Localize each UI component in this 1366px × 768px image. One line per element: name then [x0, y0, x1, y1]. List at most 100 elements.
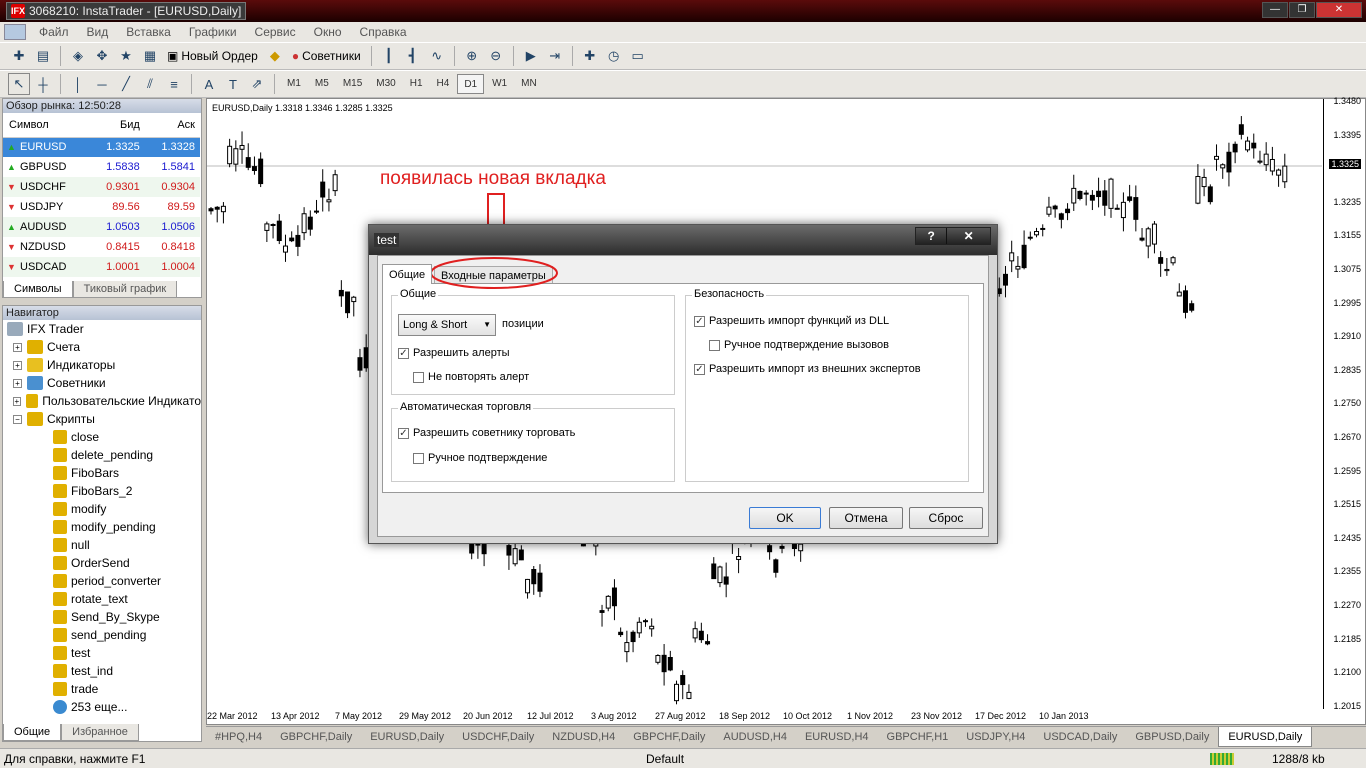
metaeditor-icon[interactable]: ◆	[264, 45, 286, 67]
menu-help[interactable]: Справка	[351, 25, 416, 39]
table-row[interactable]: ▼ USDCAD 1.0001 1.0004	[3, 257, 200, 277]
table-row[interactable]: ▲ EURUSD 1.3325 1.3328	[3, 137, 200, 157]
horizontal-line-icon[interactable]: ─	[91, 73, 113, 95]
nav-group-scripts[interactable]: − Скрипты	[3, 410, 201, 428]
candle-chart-icon[interactable]: ┫	[402, 45, 424, 67]
dialog-close-icon[interactable]: ✕	[947, 228, 990, 244]
tab-general[interactable]: Общие	[382, 264, 433, 284]
text-icon[interactable]: A	[198, 73, 220, 95]
script-item[interactable]: test_ind	[3, 662, 201, 680]
chart-tab[interactable]: GBPUSD,Daily	[1126, 727, 1218, 747]
script-item[interactable]: Send_By_Skype	[3, 608, 201, 626]
script-item[interactable]: trade	[3, 680, 201, 698]
expand-icon[interactable]: +	[13, 360, 22, 370]
script-item[interactable]: OrderSend	[3, 554, 201, 572]
timeframe-m30[interactable]: M30	[370, 74, 401, 94]
profiles-icon[interactable]: ▤	[32, 45, 54, 67]
column-bid[interactable]: Бид	[89, 113, 145, 138]
script-item[interactable]: modify_pending	[3, 518, 201, 536]
script-item[interactable]: send_pending	[3, 626, 201, 644]
nav-root[interactable]: IFX Trader	[3, 320, 201, 338]
menu-view[interactable]: Вид	[78, 25, 118, 39]
script-item[interactable]: 253 еще...	[3, 698, 201, 716]
tab-favorites[interactable]: Избранное	[61, 724, 139, 741]
table-row[interactable]: ▼ NZDUSD 0.8415 0.8418	[3, 237, 200, 257]
script-item[interactable]: test	[3, 644, 201, 662]
bar-chart-icon[interactable]: ┃	[378, 45, 400, 67]
menu-tools[interactable]: Сервис	[246, 25, 305, 39]
expand-icon[interactable]: +	[13, 342, 22, 352]
maximize-button[interactable]: ❐	[1289, 2, 1315, 18]
indicators-icon[interactable]: ✚	[579, 45, 601, 67]
allow-dll-checkbox[interactable]: ✓ Разрешить импорт функций из DLL	[694, 315, 889, 327]
expand-icon[interactable]: +	[13, 396, 21, 406]
tab-common[interactable]: Общие	[3, 724, 62, 741]
tab-tick-chart[interactable]: Тиковый график	[72, 281, 178, 298]
timeframe-w1[interactable]: W1	[486, 74, 513, 94]
allow-alerts-checkbox[interactable]: ✓ Разрешить алерты	[398, 347, 510, 359]
positions-select[interactable]: Long & Short ▼	[398, 314, 496, 336]
chart-tab[interactable]: NZDUSD,H4	[543, 727, 624, 747]
script-item[interactable]: FiboBars_2	[3, 482, 201, 500]
timeframe-m1[interactable]: M1	[281, 74, 307, 94]
new-order-button[interactable]: ▣ Новый Ордер	[163, 45, 262, 67]
doc-icon[interactable]	[4, 24, 26, 40]
autoscroll-icon[interactable]: ▶	[520, 45, 542, 67]
timeframe-mn[interactable]: MN	[515, 74, 543, 94]
menu-insert[interactable]: Вставка	[117, 25, 180, 39]
script-item[interactable]: rotate_text	[3, 590, 201, 608]
data-window-icon[interactable]: ✥	[91, 45, 113, 67]
table-row[interactable]: ▼ USDCHF 0.9301 0.9304	[3, 177, 200, 197]
nav-group-custom-indicators[interactable]: + Пользовательские Индикато	[3, 392, 201, 410]
expand-icon[interactable]: +	[13, 378, 22, 388]
script-item[interactable]: close	[3, 428, 201, 446]
script-item[interactable]: delete_pending	[3, 446, 201, 464]
chart-tab[interactable]: EURUSD,Daily	[1218, 727, 1313, 747]
menu-charts[interactable]: Графики	[180, 25, 246, 39]
chart-tab[interactable]: EURUSD,Daily	[361, 727, 453, 747]
script-item[interactable]: FiboBars	[3, 464, 201, 482]
script-item[interactable]: modify	[3, 500, 201, 518]
cursor-icon[interactable]: ↖	[8, 73, 30, 95]
script-item[interactable]: null	[3, 536, 201, 554]
zoom-in-icon[interactable]: ⊕	[461, 45, 483, 67]
chart-tab[interactable]: GBPCHF,Daily	[624, 727, 714, 747]
tab-symbols[interactable]: Символы	[3, 281, 73, 298]
timeframe-m15[interactable]: M15	[337, 74, 368, 94]
script-item[interactable]: period_converter	[3, 572, 201, 590]
ok-button[interactable]: OK	[749, 507, 821, 529]
timeframe-d1[interactable]: D1	[457, 74, 485, 94]
menu-file[interactable]: Файл	[30, 25, 78, 39]
chart-tab[interactable]: #HPQ,H4	[206, 727, 271, 747]
chart-tab[interactable]: GBPCHF,H1	[878, 727, 958, 747]
chart-tab[interactable]: USDJPY,H4	[957, 727, 1034, 747]
label-icon[interactable]: T	[222, 73, 244, 95]
navigator-icon[interactable]: ★	[115, 45, 137, 67]
minimize-button[interactable]: —	[1262, 2, 1288, 18]
column-ask[interactable]: Аск	[144, 113, 200, 138]
chart-tab[interactable]: EURUSD,H4	[796, 727, 878, 747]
nav-group-accounts[interactable]: + Счета	[3, 338, 201, 356]
channel-icon[interactable]: ⫽	[139, 73, 161, 95]
vertical-line-icon[interactable]: │	[67, 73, 89, 95]
menu-window[interactable]: Окно	[305, 25, 351, 39]
nav-group-indicators[interactable]: + Индикаторы	[3, 356, 201, 374]
timeframe-h1[interactable]: H1	[404, 74, 429, 94]
line-chart-icon[interactable]: ∿	[426, 45, 448, 67]
column-symbol[interactable]: Символ	[3, 113, 90, 138]
terminal-icon[interactable]: ▦	[139, 45, 161, 67]
chart-tab[interactable]: GBPCHF,Daily	[271, 727, 361, 747]
periods-icon[interactable]: ◷	[603, 45, 625, 67]
chart-tab[interactable]: USDCAD,Daily	[1034, 727, 1126, 747]
market-watch-icon[interactable]: ◈	[67, 45, 89, 67]
arrows-icon[interactable]: ⇗	[246, 73, 268, 95]
experts-button[interactable]: ● Советники	[288, 45, 365, 67]
zoom-out-icon[interactable]: ⊖	[485, 45, 507, 67]
cancel-button[interactable]: Отмена	[829, 507, 903, 529]
nav-group-experts[interactable]: + Советники	[3, 374, 201, 392]
timeframe-m5[interactable]: M5	[309, 74, 335, 94]
timeframe-h4[interactable]: H4	[431, 74, 456, 94]
manual-confirm-checkbox[interactable]: Ручное подтверждение	[413, 452, 547, 464]
crosshair-icon[interactable]: ┼	[32, 73, 54, 95]
fibo-icon[interactable]: ≡	[163, 73, 185, 95]
